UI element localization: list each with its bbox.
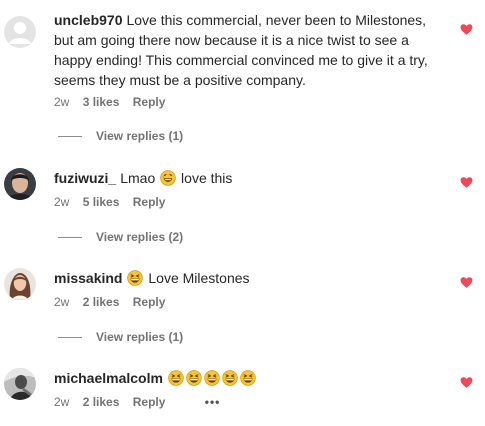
- comment-meta: 2w 2 likes Reply •••: [54, 394, 230, 410]
- grinning-squinting-icon: [168, 370, 184, 386]
- comment-likes[interactable]: 2 likes: [83, 295, 120, 309]
- default-avatar-icon[interactable]: [4, 16, 36, 48]
- comment-username[interactable]: michaelmalcolm: [54, 370, 163, 386]
- comment-time[interactable]: 2w: [54, 395, 69, 409]
- reply-button[interactable]: Reply: [133, 295, 166, 309]
- user-photo-avatar[interactable]: [4, 268, 36, 300]
- grinning-squinting-icon: [204, 370, 220, 386]
- comment-time[interactable]: 2w: [54, 95, 69, 109]
- heart-icon[interactable]: [460, 23, 473, 36]
- grinning-squinting-icon: [240, 370, 256, 386]
- comment-content: Love Milestones: [148, 270, 250, 286]
- rolling-on-floor-laughing-icon: [160, 170, 176, 186]
- comment-username[interactable]: missakind: [54, 270, 122, 286]
- view-replies-button[interactable]: View replies (1): [58, 329, 183, 345]
- comment-text: missakind Love Milestones: [54, 268, 449, 288]
- comment-likes[interactable]: 5 likes: [83, 195, 120, 209]
- comment-content-extra: love this: [181, 170, 233, 186]
- comment-likes[interactable]: 2 likes: [83, 395, 120, 409]
- reply-button[interactable]: Reply: [133, 195, 166, 209]
- comment-content: Lmao: [120, 170, 156, 186]
- comment-meta: 2w 3 likes Reply: [54, 94, 175, 110]
- comment-text: michaelmalcolm: [54, 368, 449, 388]
- comment-meta: 2w 5 likes Reply: [54, 194, 175, 210]
- view-replies-button[interactable]: View replies (1): [58, 128, 183, 144]
- user-photo-avatar[interactable]: [4, 168, 36, 200]
- more-options-icon[interactable]: •••: [205, 395, 221, 409]
- view-replies-label: View replies (1): [96, 129, 184, 143]
- heart-icon[interactable]: [460, 376, 473, 389]
- grinning-squinting-icon: [186, 370, 202, 386]
- user-photo-avatar[interactable]: [4, 368, 36, 400]
- replies-divider: [58, 237, 82, 239]
- comment-time[interactable]: 2w: [54, 295, 69, 309]
- view-replies-button[interactable]: View replies (2): [58, 229, 183, 245]
- comment-text: uncleb970 Love this commercial, never bee…: [54, 10, 449, 90]
- reply-button[interactable]: Reply: [133, 95, 166, 109]
- emoji-row: [167, 370, 257, 386]
- heart-icon[interactable]: [460, 176, 473, 189]
- replies-divider: [58, 337, 82, 339]
- heart-icon[interactable]: [460, 276, 473, 289]
- view-replies-label: View replies (1): [96, 330, 184, 344]
- comment-time[interactable]: 2w: [54, 195, 69, 209]
- comment-text: fuziwuzi_ Lmao love this: [54, 168, 449, 188]
- replies-divider: [58, 136, 82, 138]
- view-replies-label: View replies (2): [96, 230, 184, 244]
- comment-likes[interactable]: 3 likes: [83, 95, 120, 109]
- grinning-squinting-icon: [127, 270, 144, 286]
- comment-username[interactable]: uncleb970: [54, 12, 122, 28]
- reply-button[interactable]: Reply: [133, 395, 166, 409]
- comment-username[interactable]: fuziwuzi_: [54, 170, 116, 186]
- grinning-squinting-icon: [222, 370, 238, 386]
- comment-meta: 2w 2 likes Reply: [54, 294, 175, 310]
